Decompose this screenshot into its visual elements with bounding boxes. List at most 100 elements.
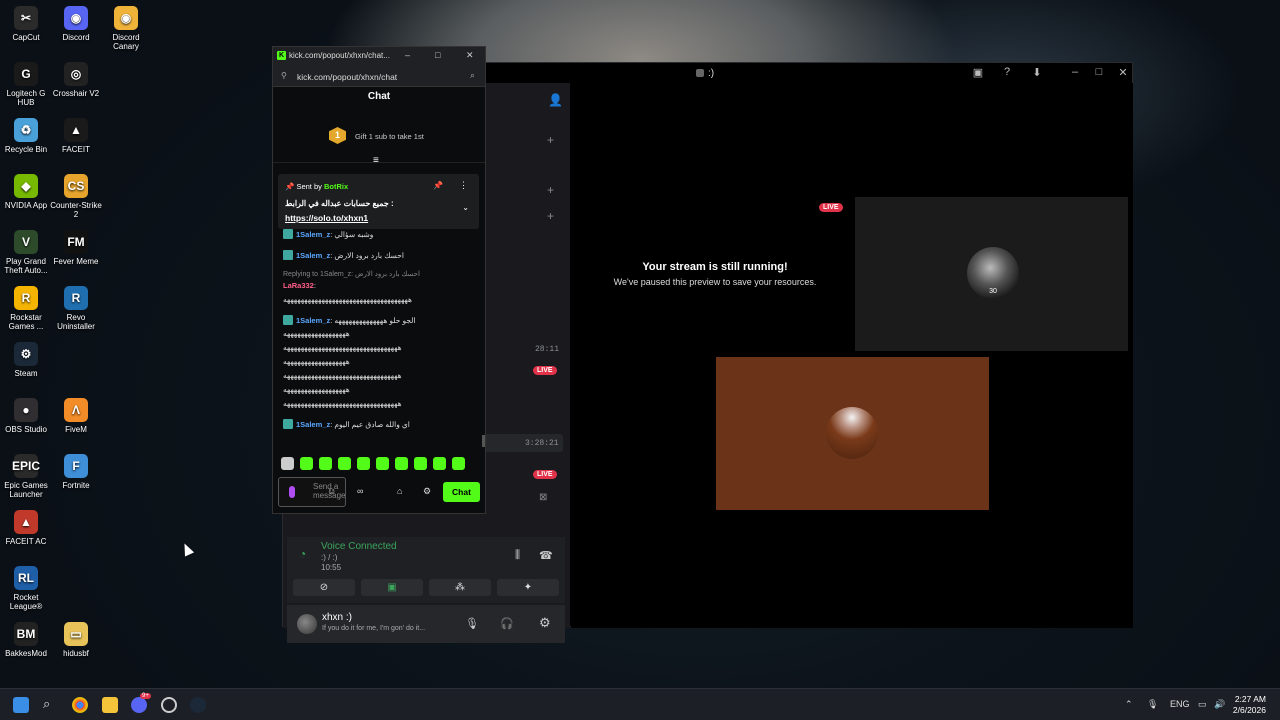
- close-icon[interactable]: ✕: [466, 50, 474, 61]
- pinned-message[interactable]: 📌 Sent by BotRix 📌 ⋮ جميع حسابات عبداله …: [278, 174, 479, 229]
- desktop-icon[interactable]: ♻ Recycle Bin: [0, 118, 52, 154]
- chat-message[interactable]: Replying to 1Salem_z: احسك بارد برود الا…: [283, 269, 420, 278]
- site-info-icon[interactable]: ⚲: [281, 71, 287, 80]
- desktop-icon[interactable]: F Fortnite: [50, 454, 102, 490]
- url-text[interactable]: kick.com/popout/xhxn/chat: [297, 72, 397, 82]
- crosshair-icon[interactable]: [161, 697, 177, 713]
- more-options-icon[interactable]: ⋮: [459, 180, 468, 191]
- start-icon[interactable]: [13, 697, 29, 713]
- microphone-icon[interactable]: 🎙: [465, 617, 479, 630]
- search-icon[interactable]: ⌕: [470, 70, 475, 81]
- desktop-icon[interactable]: ⚙ Steam: [0, 342, 52, 378]
- emote-icon[interactable]: [414, 457, 427, 470]
- chat-message[interactable]: 1Salem_z: الجو حلو ههههههههههههههه: [283, 315, 416, 325]
- desktop-icon[interactable]: Λ FiveM: [50, 398, 102, 434]
- desktop-icon[interactable]: ▲ FACEIT: [50, 118, 102, 154]
- desktop-icon[interactable]: V Play Grand Theft Auto...: [0, 230, 52, 275]
- emote-icon[interactable]: [300, 457, 313, 470]
- display-icon[interactable]: ▭: [1198, 699, 1207, 710]
- chat-message[interactable]: هههههههههههههههههههههههههههههههههه: [283, 371, 402, 380]
- pin-icon[interactable]: 📌: [433, 181, 443, 190]
- activities-button[interactable]: ⁂: [429, 579, 491, 596]
- desktop-icon[interactable]: RL Rocket League®: [0, 566, 52, 611]
- desktop-icon[interactable]: G Logitech G HUB: [0, 62, 52, 107]
- emote-icon[interactable]: [357, 457, 370, 470]
- chat-message[interactable]: 1Salem_z: وشبه سؤالي: [283, 229, 373, 239]
- soundboard-button[interactable]: ✦: [497, 579, 559, 596]
- filter-icon[interactable]: ≡: [373, 155, 379, 166]
- username[interactable]: xhxn :): [322, 612, 352, 623]
- chat-username[interactable]: 1Salem_z: [296, 230, 330, 239]
- chat-username[interactable]: 1Salem_z: [296, 420, 330, 429]
- desktop-icon[interactable]: ▭ hidusbf: [50, 622, 102, 658]
- desktop-icon[interactable]: ◎ Crosshair V2: [50, 62, 102, 98]
- chat-message[interactable]: ههههههههههههههههههه: [283, 385, 350, 394]
- emote-icon[interactable]: [338, 457, 351, 470]
- emote-icon[interactable]: [433, 457, 446, 470]
- desktop-icon[interactable]: ✂ CapCut: [0, 6, 52, 42]
- camera-off-button[interactable]: ⊘: [293, 579, 355, 596]
- bits-icon[interactable]: ∞: [357, 486, 363, 496]
- avatar[interactable]: [297, 614, 317, 634]
- pinned-link[interactable]: https://solo.to/xhxn1: [285, 213, 368, 223]
- minimize-icon[interactable]: –: [1068, 66, 1082, 78]
- emote-icon[interactable]: [281, 457, 294, 470]
- emote-picker-icon[interactable]: ☺: [327, 486, 336, 496]
- chat-message[interactable]: ههههههههههههههههههههههههههههههههههههه: [283, 295, 412, 304]
- chat-message[interactable]: هههههههههههههههههههههههههههههههههه: [283, 399, 402, 408]
- chat-message[interactable]: LaRa332:: [283, 281, 316, 290]
- gear-icon[interactable]: ⚙: [423, 486, 431, 497]
- microphone-icon[interactable]: [289, 486, 295, 498]
- system-clock[interactable]: 2:27 AM 2/6/2026: [1233, 694, 1266, 716]
- desktop-icon[interactable]: EPIC Epic Games Launcher: [0, 454, 52, 499]
- add-friend-icon[interactable]: 👤: [548, 93, 563, 107]
- desktop-icon[interactable]: BM BakkesMod: [0, 622, 52, 658]
- address-bar[interactable]: ⚲ kick.com/popout/xhxn/chat ⌕: [273, 65, 485, 87]
- chat-message[interactable]: 1Salem_z: اي والله صادق عيم اليوم: [283, 419, 410, 429]
- emote-icon[interactable]: [319, 457, 332, 470]
- participant-tile[interactable]: 30: [855, 197, 1128, 351]
- microphone-icon[interactable]: 🎙: [1147, 699, 1158, 710]
- help-icon[interactable]: ?: [1000, 66, 1014, 78]
- chat-message[interactable]: ههههههههههههههههههه: [283, 329, 350, 338]
- inbox-icon[interactable]: ▣: [971, 66, 985, 79]
- emote-icon[interactable]: [452, 457, 465, 470]
- minimize-icon[interactable]: –: [405, 50, 410, 60]
- chrome-icon[interactable]: [72, 697, 88, 713]
- send-chat-button[interactable]: Chat: [443, 482, 480, 502]
- add-channel-icon[interactable]: +: [547, 183, 554, 197]
- close-icon[interactable]: ✕: [1116, 66, 1130, 79]
- voice-status[interactable]: Voice Connected: [321, 541, 397, 552]
- chat-username[interactable]: 1Salem_z: [296, 251, 330, 260]
- desktop-icon[interactable]: R Rockstar Games ...: [0, 286, 52, 331]
- shop-icon[interactable]: ⌂: [397, 486, 402, 496]
- voice-channel-name[interactable]: :) / :): [321, 553, 337, 562]
- chevron-down-icon[interactable]: ⌄: [462, 203, 469, 212]
- file-explorer-icon[interactable]: [102, 697, 118, 713]
- chat-username[interactable]: LaRa332: [283, 281, 314, 290]
- chat-message[interactable]: 1Salem_z: احسك بارد برود الارض: [283, 250, 404, 260]
- desktop-icon[interactable]: CS Counter-Strike 2: [50, 174, 102, 219]
- input-language[interactable]: ENG: [1170, 699, 1190, 709]
- desktop-icon[interactable]: ◉ Discord: [50, 6, 102, 42]
- gift-leaderboard[interactable]: 1 Gift 1 sub to take 1st: [273, 119, 485, 163]
- chat-message[interactable]: هههههههههههههههههههههههههههههههههه: [283, 343, 402, 352]
- desktop-icon[interactable]: ▲ FACEIT AC: [0, 510, 52, 546]
- scrollbar[interactable]: [482, 435, 485, 447]
- discord-icon[interactable]: [131, 697, 147, 713]
- add-channel-icon[interactable]: +: [547, 133, 554, 147]
- steam-icon[interactable]: [190, 697, 206, 713]
- screen-share-button[interactable]: ▣: [361, 579, 423, 596]
- chat-message[interactable]: ههههههههههههههههههه: [283, 357, 350, 366]
- emote-icon[interactable]: [395, 457, 408, 470]
- desktop-icon[interactable]: FM Fever Meme: [50, 230, 102, 266]
- volume-icon[interactable]: 🔊: [1214, 699, 1225, 710]
- desktop-icon[interactable]: ◆ NVIDIA App: [0, 174, 52, 210]
- desktop-icon[interactable]: ● OBS Studio: [0, 398, 52, 434]
- maximize-icon[interactable]: □: [1092, 66, 1106, 78]
- disconnect-icon[interactable]: ☎: [539, 549, 553, 562]
- chevron-up-icon[interactable]: ⌃: [1125, 699, 1133, 710]
- desktop-icon[interactable]: ◉ Discord Canary: [100, 6, 152, 51]
- add-channel-icon[interactable]: +: [547, 209, 554, 223]
- search-icon[interactable]: ⌕: [43, 696, 50, 712]
